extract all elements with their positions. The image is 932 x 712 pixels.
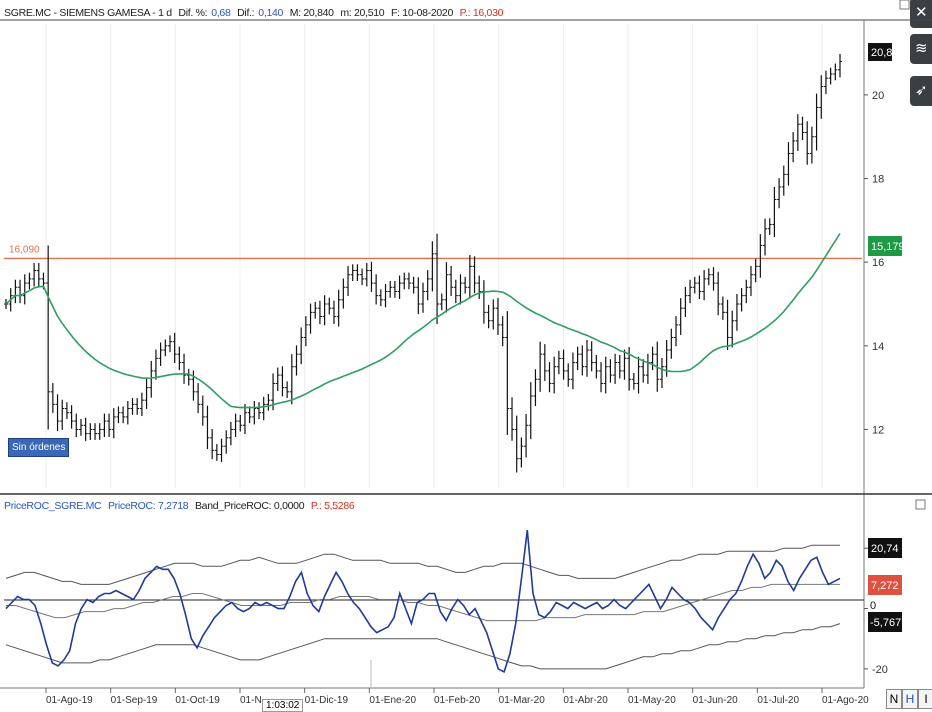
tool-button-h[interactable]: H [902,689,918,709]
price-tick-label: 12 [872,424,884,436]
moving-average-line[interactable] [5,233,841,409]
chart-canvas: 1214161820 -2020 01-Ago-1901-Sep-1901-Oc… [0,0,932,706]
roc-tick-label: -20 [872,664,888,676]
timer-readout: 1:03:02 [262,699,304,712]
price-tick-label: 14 [872,341,884,353]
x-tick-label: 01-Ago-19 [46,695,93,706]
x-tick-label: 01-May-20 [628,695,676,706]
price-tick-label: 16 [872,257,884,269]
x-tick-label: 01-Jul-20 [757,695,799,706]
last-price-text: 20,8 [871,47,892,59]
roc-zero-text: 0 [870,600,876,612]
level-label: 16,090 [9,244,40,255]
price-tick-label: 18 [872,174,884,186]
status-badge[interactable]: Sin órdenes [8,438,70,457]
roc-pane-restore-icon[interactable] [915,499,926,510]
lower-band-line[interactable] [5,623,841,670]
roc-upper-text: 20,74 [871,543,899,555]
price-tick-label: 20 [872,90,884,102]
x-tick-label: 01-Ene-20 [369,695,416,706]
ma-price-text: 15,179 [871,241,905,253]
x-tick-label: 01-Sep-19 [111,695,158,706]
pane-restore-icon[interactable] [899,0,910,10]
mid-band-line[interactable] [6,583,840,622]
x-tick-label: 01-Feb-20 [434,695,481,706]
tool-button-n[interactable]: N [886,689,902,709]
x-tick-label: 01-Ago-20 [822,695,869,706]
x-tick-label: 01-Jun-20 [693,695,738,706]
upper-band-line[interactable] [5,544,840,585]
roc-current-text: 7,272 [871,580,899,592]
x-tick-label: 01-Abr-20 [563,695,608,706]
roc-line[interactable] [5,530,841,674]
tool-button-i[interactable]: I [918,689,932,709]
x-tick-label: 01-Oct-19 [175,695,220,706]
roc-lower-text: -5,767 [870,617,901,629]
x-tick-label: 01-N [240,695,262,706]
x-tick-label: 01-Dic-19 [305,695,349,706]
x-tick-label: 01-Mar-20 [499,695,546,706]
